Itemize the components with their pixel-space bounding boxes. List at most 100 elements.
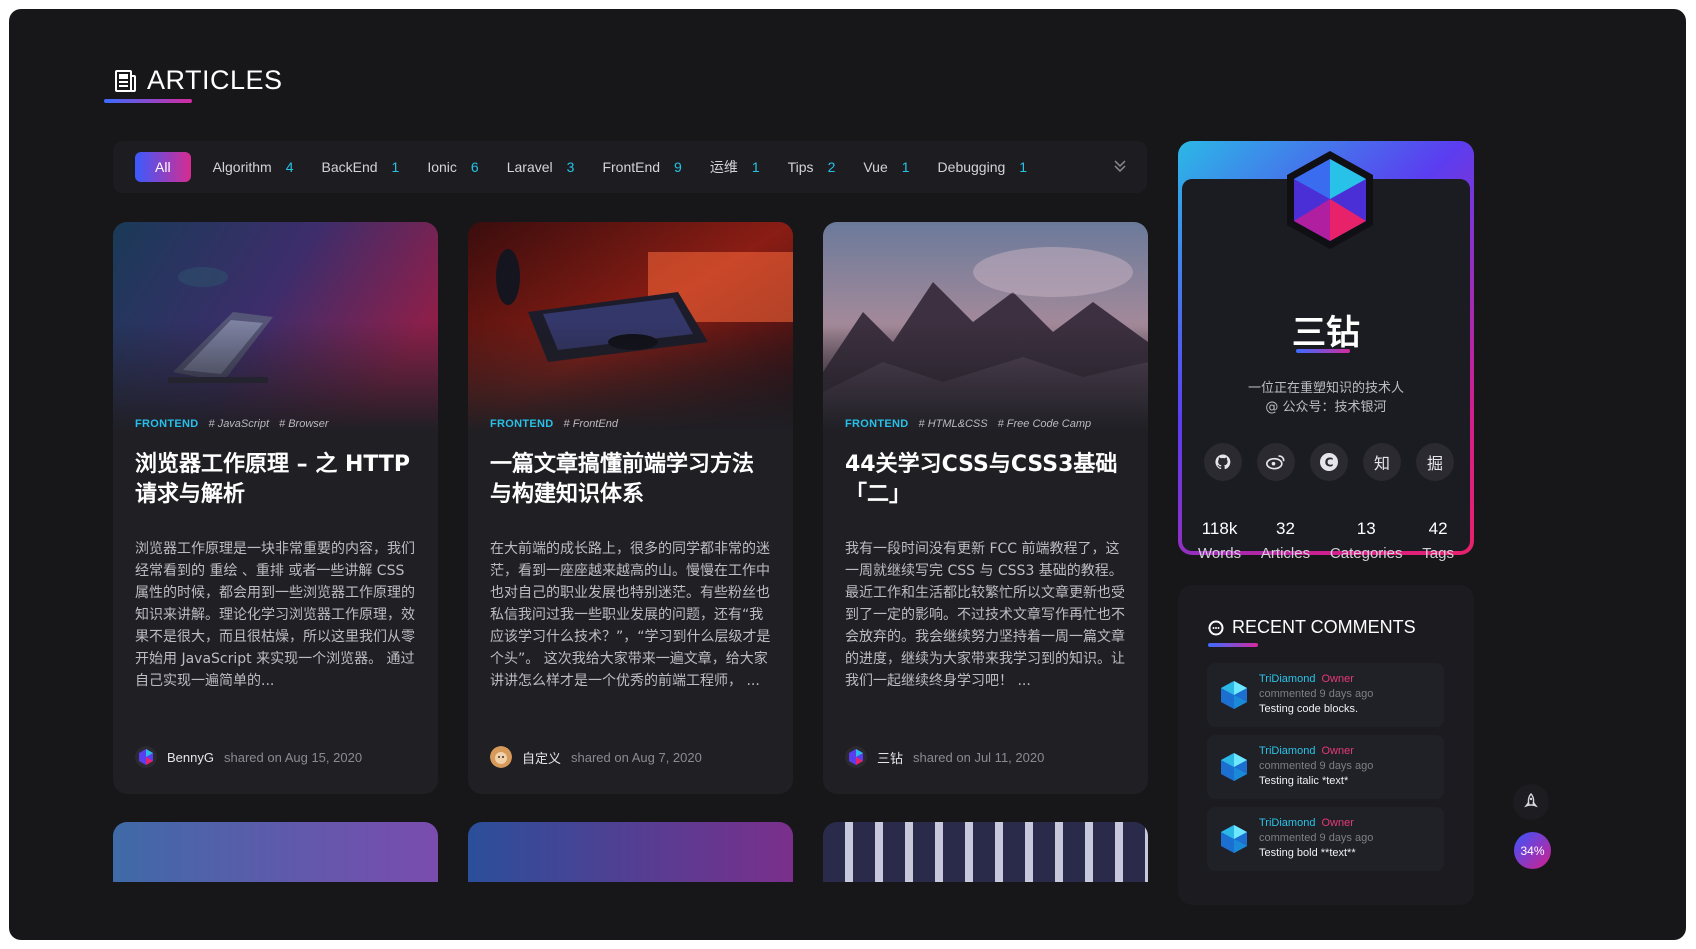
back-to-top-button[interactable] (1513, 784, 1549, 820)
article-tag[interactable]: # JavaScript (209, 418, 270, 430)
newspaper-icon (115, 69, 136, 92)
rocket-icon (1524, 793, 1538, 808)
comment-item[interactable]: TriDiamond Owner commented 9 days ago Tes… (1207, 735, 1444, 799)
commenter-name[interactable]: TriDiamond (1259, 673, 1315, 685)
category-vue[interactable]: Vue 1 (853, 152, 919, 182)
recent-comments-title: RECENT COMMENTS (1232, 617, 1416, 637)
zhihu-icon[interactable]: 知 (1363, 443, 1401, 481)
category-all[interactable]: All (135, 152, 191, 182)
profile-card-inner: 三钻 一位正在重塑知识的技术人 @ 公众号：技术银河 C 知 掘 118k Wo… (1182, 151, 1470, 562)
category-backend[interactable]: BackEnd 1 (312, 152, 410, 182)
comment-item[interactable]: TriDiamond Owner commented 9 days ago Tes… (1207, 663, 1444, 727)
category-label: BackEnd (321, 159, 378, 175)
article-card[interactable]: FRONTEND # JavaScript # Browser 浏览器工作原理 … (113, 222, 438, 794)
stat-articles[interactable]: 32 Articles (1261, 519, 1310, 562)
comment-text: Testing bold **text** (1259, 847, 1356, 859)
stat-label: Words (1198, 545, 1242, 562)
comment-item[interactable]: TriDiamond Owner commented 9 days ago Tes… (1207, 807, 1444, 871)
category-debugging[interactable]: Debugging 1 (928, 152, 1038, 182)
chevron-double-down-icon[interactable] (1111, 157, 1129, 175)
article-excerpt: 在大前端的成长路上，很多的同学都非常的迷茫，看到一座座越来越高的山。慢慢在工作中… (490, 541, 771, 689)
article-category[interactable]: FRONTEND (490, 418, 554, 430)
commenter-name[interactable]: TriDiamond (1259, 745, 1315, 757)
comment-icon (1208, 620, 1224, 635)
author-avatar (845, 746, 867, 768)
stat-value: 32 (1276, 519, 1295, 538)
article-tag[interactable]: # FrontEnd (564, 418, 618, 430)
article-category[interactable]: FRONTEND (845, 418, 909, 430)
stat-value: 13 (1356, 519, 1376, 538)
article-date: shared on Aug 15, 2020 (223, 749, 363, 765)
author-name[interactable]: BennyG (167, 750, 214, 765)
category-filter-bar: All Algorithm 4 BackEnd 1 Ionic 6 Laravel 3 … (113, 141, 1147, 193)
category-laravel[interactable]: Laravel 3 (497, 152, 585, 182)
juejin-icon[interactable]: 掘 (1416, 443, 1454, 481)
weibo-icon[interactable] (1257, 443, 1295, 481)
stat-categories[interactable]: 13 Categories (1330, 519, 1403, 562)
csdn-icon[interactable]: C (1310, 443, 1348, 481)
article-tag[interactable]: # HTML&CSS (919, 418, 988, 430)
author-logo (1287, 151, 1373, 249)
category-count: 2 (827, 159, 836, 175)
stat-value: 118k (1201, 519, 1238, 538)
category-ops[interactable]: 运维 1 (700, 152, 770, 182)
stat-value: 42 (1428, 519, 1448, 538)
article-tag[interactable]: # Browser (279, 418, 329, 430)
commenter-avatar (1221, 753, 1247, 781)
author-name[interactable]: 自定义 (522, 748, 561, 767)
stat-tags[interactable]: 42 Tags (1422, 519, 1454, 562)
article-title[interactable]: 一篇文章搞懂前端学习方法与构建知识体系 (490, 450, 773, 510)
category-count: 4 (285, 159, 294, 175)
category-count: 1 (901, 159, 910, 175)
category-count: 3 (566, 159, 575, 175)
reading-progress-button[interactable]: 34% (1514, 832, 1551, 869)
article-tag[interactable]: # Free Code Camp (998, 418, 1092, 430)
article-title[interactable]: 44关学习CSS与CSS3基础「二」 (845, 450, 1128, 510)
category-count: 1 (391, 159, 400, 175)
article-card-partial[interactable] (113, 822, 438, 882)
article-title[interactable]: 浏览器工作原理 – 之 HTTP 请求与解析 (135, 450, 418, 510)
category-algorithm[interactable]: Algorithm 4 (203, 152, 304, 182)
author-avatar (135, 746, 157, 768)
owner-badge: Owner (1321, 745, 1354, 757)
name-underline (1296, 349, 1350, 353)
comment-text: Testing italic *text* (1259, 775, 1349, 787)
commenter-name[interactable]: TriDiamond (1259, 817, 1315, 829)
article-category[interactable]: FRONTEND (135, 418, 199, 430)
comments-underline (1208, 643, 1258, 647)
category-tips[interactable]: Tips 2 (778, 152, 846, 182)
article-cover-image (823, 222, 1148, 432)
svg-text:C: C (1325, 456, 1334, 470)
owner-badge: Owner (1321, 673, 1354, 685)
article-date: shared on Jul 11, 2020 (913, 749, 1045, 765)
category-frontend[interactable]: FrontEnd 9 (592, 152, 691, 182)
stat-label: Tags (1422, 545, 1454, 562)
article-cover-image (468, 222, 793, 432)
bio-line: 一位正在重塑知识的技术人 (1247, 381, 1404, 396)
category-label: All (155, 159, 171, 175)
category-count: 1 (1019, 159, 1028, 175)
article-excerpt: 浏览器工作原理是一块非常重要的内容，我们经常看到的 重绘 、重排 或者一些讲解 … (135, 541, 415, 689)
recent-comments-panel: RECENT COMMENTS TriDiamond Owner commente… (1178, 585, 1474, 905)
stat-words[interactable]: 118k Words (1198, 519, 1241, 562)
article-cover-image (113, 222, 438, 432)
commenter-avatar (1221, 825, 1247, 853)
author-name[interactable]: 三钻 (877, 748, 903, 767)
author-avatar (490, 746, 512, 768)
article-card-partial[interactable] (468, 822, 793, 882)
category-label: Ionic (427, 159, 457, 175)
title-underline (104, 99, 192, 103)
comment-text: Testing code blocks. (1259, 703, 1359, 715)
github-icon[interactable] (1204, 443, 1242, 481)
article-card-partial[interactable] (823, 822, 1148, 882)
article-card[interactable]: FRONTEND # FrontEnd 一篇文章搞懂前端学习方法与构建知识体系 … (468, 222, 793, 794)
category-ionic[interactable]: Ionic 6 (417, 152, 488, 182)
category-label: 运维 (709, 159, 738, 175)
stat-label: Categories (1329, 545, 1403, 562)
recent-comments-header: RECENT COMMENTS (1208, 617, 1416, 638)
page-title: ARTICLES (147, 65, 283, 95)
commenter-avatar (1221, 681, 1247, 709)
profile-card: 三钻 一位正在重塑知识的技术人 @ 公众号：技术银河 C 知 掘 118k Wo… (1178, 141, 1474, 562)
article-card[interactable]: FRONTEND # HTML&CSS # Free Code Camp 44关… (823, 222, 1148, 794)
category-label: FrontEnd (602, 159, 661, 175)
